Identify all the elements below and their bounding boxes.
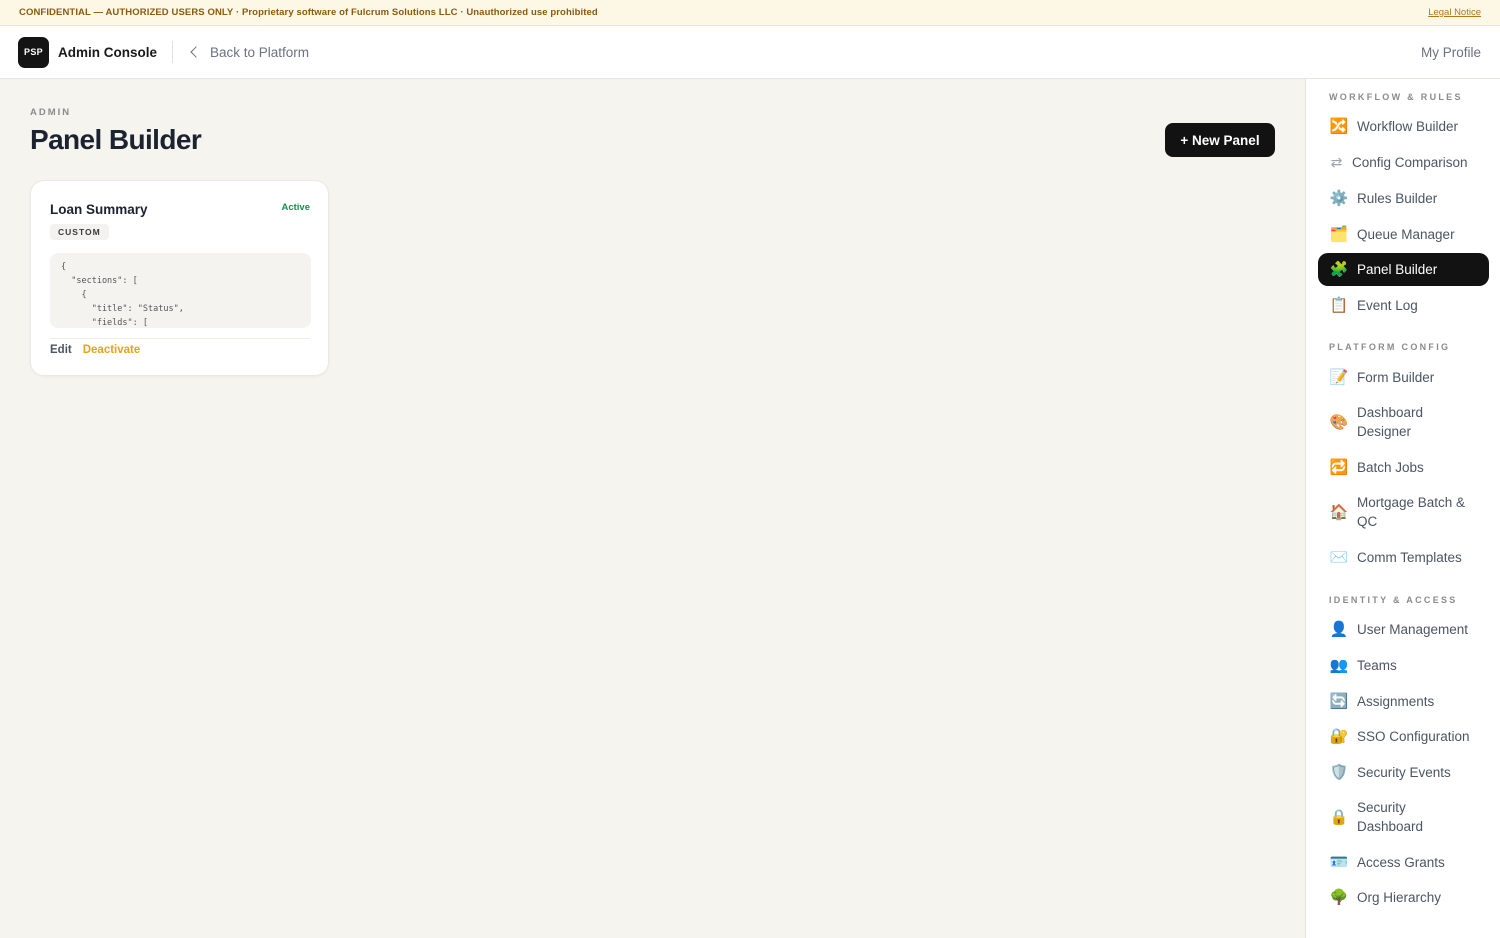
status-badge: Active xyxy=(281,202,310,213)
sidebar-section-identity-access: IDENTITY & ACCESS xyxy=(1329,595,1458,605)
sidebar-item-mortgage-batch-qc[interactable]: 🏠 Mortgage Batch & QC xyxy=(1318,493,1489,531)
sidebar-item-config-comparison[interactable]: ⇄ Config Comparison xyxy=(1318,152,1489,172)
page-title: Panel Builder xyxy=(30,124,202,155)
panel-type-tag: CUSTOM xyxy=(50,224,109,240)
tree-icon: 🌳 xyxy=(1329,888,1349,906)
lock-icon: 🔒 xyxy=(1329,808,1349,826)
sidebar-item-label: SSO Configuration xyxy=(1357,728,1470,744)
sidebar-item-queue-manager[interactable]: 🗂️ Queue Manager xyxy=(1318,224,1489,244)
edit-button[interactable]: Edit xyxy=(50,344,72,356)
lock-key-icon: 🔐 xyxy=(1329,727,1349,745)
sidebar-item-dashboard-designer[interactable]: 🎨 Dashboard Designer xyxy=(1318,403,1489,441)
house-icon: 🏠 xyxy=(1329,503,1349,521)
sidebar-item-label: Org Hierarchy xyxy=(1357,889,1442,905)
sidebar-item-assignments[interactable]: 🔄 Assignments xyxy=(1318,691,1489,711)
app-title: Admin Console xyxy=(58,44,158,60)
id-card-icon: 🪪 xyxy=(1329,853,1349,871)
user-icon: 👤 xyxy=(1329,620,1349,638)
sidebar-section-workflow-rules: WORKFLOW & RULES xyxy=(1329,92,1463,102)
sidebar-item-event-log[interactable]: 📋 Event Log xyxy=(1318,295,1489,315)
sidebar-item-rules-builder[interactable]: ⚙️ Rules Builder xyxy=(1318,188,1489,208)
sidebar-item-panel-builder[interactable]: 🧩 Panel Builder xyxy=(1318,253,1489,286)
card-divider xyxy=(50,338,310,339)
sidebar-item-sso-configuration[interactable]: 🔐 SSO Configuration xyxy=(1318,726,1489,746)
refresh-icon: 🔄 xyxy=(1329,692,1349,710)
sidebar-item-comm-templates[interactable]: ✉️ Comm Templates xyxy=(1318,547,1489,567)
chevron-left-icon xyxy=(190,46,202,58)
clipboard-icon: 📋 xyxy=(1329,296,1349,314)
new-panel-button[interactable]: + New Panel xyxy=(1165,123,1275,157)
admin-sidebar[interactable]: WORKFLOW & RULES 🔀 Workflow Builder ⇄ Co… xyxy=(1305,79,1500,938)
confidential-banner: CONFIDENTIAL — AUTHORIZED USERS ONLY · P… xyxy=(0,0,1500,26)
sidebar-item-label: User Management xyxy=(1357,621,1469,637)
banner-message: CONFIDENTIAL — AUTHORIZED USERS ONLY · P… xyxy=(19,7,598,18)
topbar-divider xyxy=(172,41,174,63)
repeat-icon: 🔁 xyxy=(1329,458,1349,476)
memo-icon: 📝 xyxy=(1329,368,1349,386)
sidebar-item-workflow-builder[interactable]: 🔀 Workflow Builder xyxy=(1318,116,1489,136)
swap-arrows-icon: ⇄ xyxy=(1330,153,1343,170)
sidebar-item-label: Panel Builder xyxy=(1357,262,1438,277)
sidebar-item-label: Dashboard Designer xyxy=(1357,405,1424,439)
card-actions: Edit Deactivate xyxy=(50,344,140,356)
users-icon: 👥 xyxy=(1329,656,1349,674)
gear-icon: ⚙️ xyxy=(1329,189,1349,207)
sidebar-item-org-hierarchy[interactable]: 🌳 Org Hierarchy xyxy=(1318,887,1489,907)
panel-config-preview: { "sections": [ { "title": "Status", "fi… xyxy=(50,253,311,328)
sidebar-item-label: Rules Builder xyxy=(1357,190,1438,206)
sidebar-item-label: Queue Manager xyxy=(1357,226,1455,242)
sidebar-item-label: Security Dashboard xyxy=(1357,800,1424,834)
back-label: Back to Platform xyxy=(210,44,310,60)
main-content: ADMIN Panel Builder + New Panel Loan Sum… xyxy=(0,79,1305,938)
inbox-tray-icon: 🗂️ xyxy=(1329,225,1349,243)
sidebar-item-batch-jobs[interactable]: 🔁 Batch Jobs xyxy=(1318,457,1489,477)
sidebar-item-label: Teams xyxy=(1357,657,1397,673)
deactivate-button[interactable]: Deactivate xyxy=(83,344,141,356)
back-to-platform-link[interactable]: Back to Platform xyxy=(189,45,309,60)
sidebar-item-security-events[interactable]: 🛡️ Security Events xyxy=(1318,762,1489,782)
envelope-icon: ✉️ xyxy=(1329,548,1349,566)
sidebar-item-label: Config Comparison xyxy=(1352,154,1468,170)
sidebar-item-label: Event Log xyxy=(1357,297,1418,313)
sidebar-item-security-dashboard[interactable]: 🔒 Security Dashboard xyxy=(1318,798,1489,836)
sidebar-item-label: Mortgage Batch & QC xyxy=(1357,495,1466,529)
sidebar-item-label: Form Builder xyxy=(1357,369,1435,385)
page-eyebrow: ADMIN xyxy=(30,107,72,118)
puzzle-piece-icon: 🧩 xyxy=(1329,261,1349,278)
sidebar-item-label: Batch Jobs xyxy=(1357,459,1424,475)
app-logo[interactable]: PSP xyxy=(18,36,49,68)
palette-icon: 🎨 xyxy=(1329,413,1349,431)
shuffle-icon: 🔀 xyxy=(1329,117,1349,135)
sidebar-item-label: Workflow Builder xyxy=(1357,118,1459,134)
sidebar-item-user-management[interactable]: 👤 User Management xyxy=(1318,619,1489,639)
sidebar-item-label: Security Events xyxy=(1357,764,1451,780)
top-bar: PSP Admin Console Back to Platform My Pr… xyxy=(0,26,1500,79)
sidebar-item-label: Assignments xyxy=(1357,693,1435,709)
sidebar-item-label: Comm Templates xyxy=(1357,549,1462,565)
sidebar-item-label: Access Grants xyxy=(1357,854,1445,870)
shield-icon: 🛡️ xyxy=(1329,763,1349,781)
sidebar-item-form-builder[interactable]: 📝 Form Builder xyxy=(1318,367,1489,387)
sidebar-section-platform-config: PLATFORM CONFIG xyxy=(1329,342,1451,352)
panel-card-title: Loan Summary xyxy=(50,202,148,217)
my-profile-link[interactable]: My Profile xyxy=(1421,45,1481,60)
panel-card: Loan Summary Active CUSTOM { "sections":… xyxy=(30,180,329,376)
sidebar-item-access-grants[interactable]: 🪪 Access Grants xyxy=(1318,852,1489,872)
legal-notice-link[interactable]: Legal Notice xyxy=(1428,7,1481,18)
sidebar-item-teams[interactable]: 👥 Teams xyxy=(1318,655,1489,675)
